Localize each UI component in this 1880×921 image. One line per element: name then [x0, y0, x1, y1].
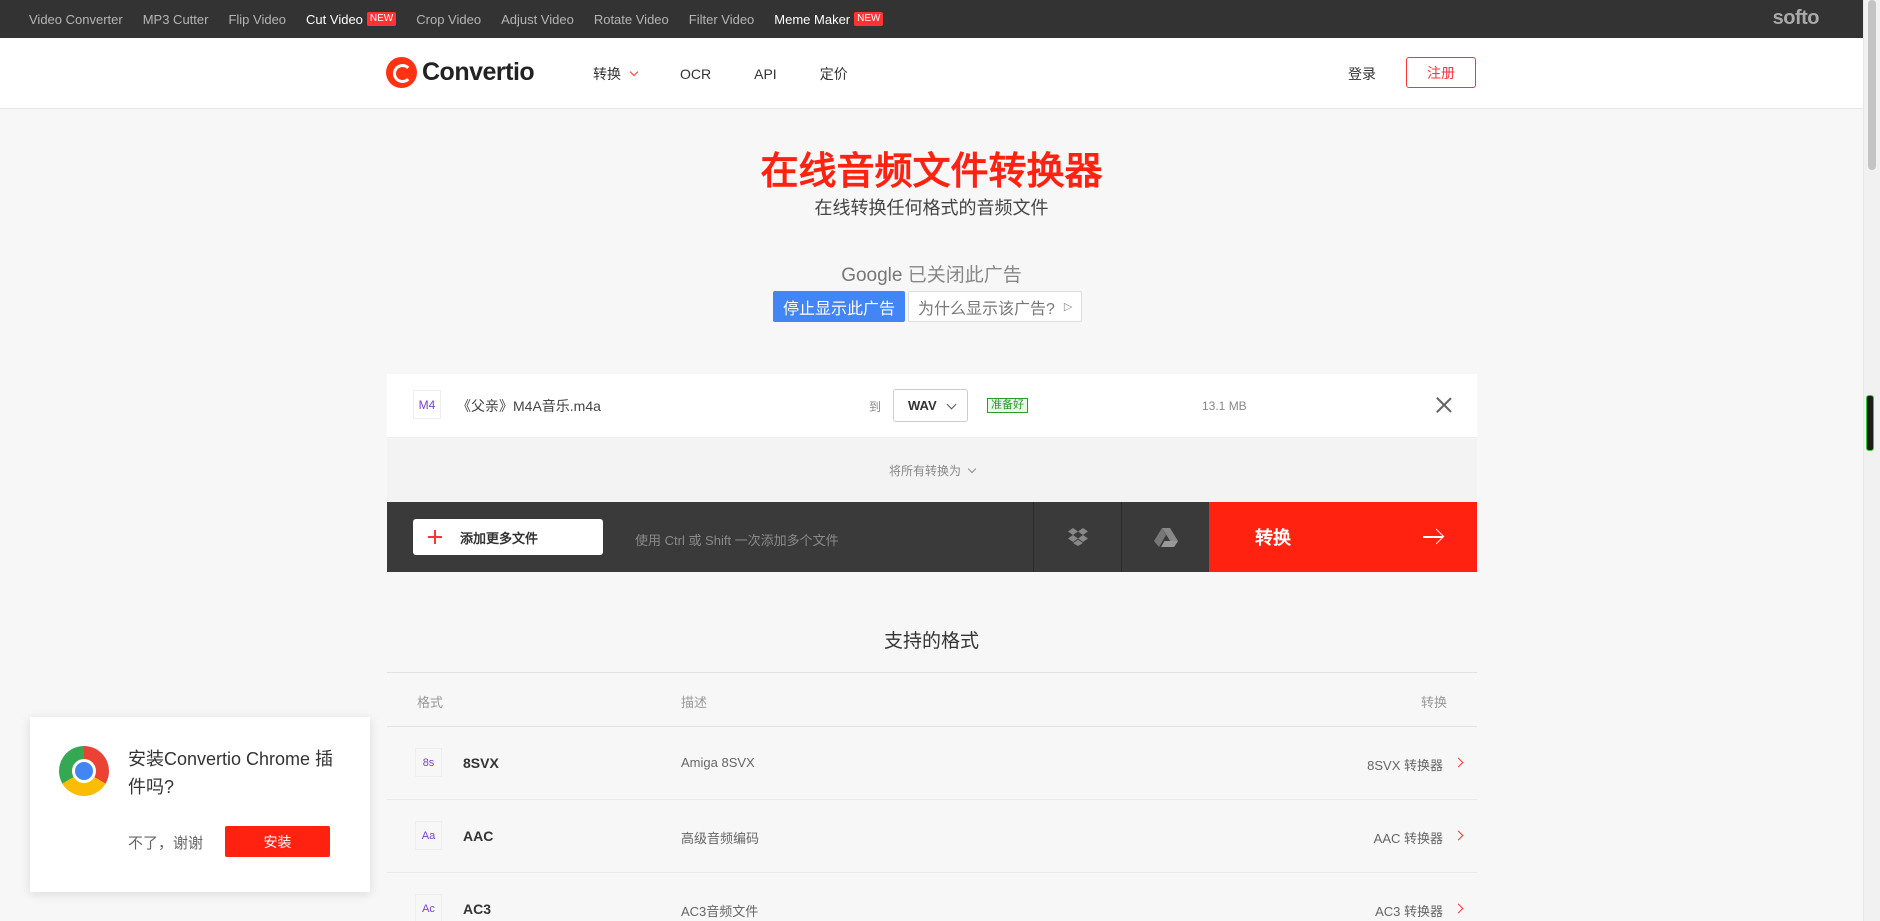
arrow-right-icon: [1423, 529, 1443, 545]
table-row: Ac AC3 AC3音频文件 AC3 转换器: [387, 873, 1477, 921]
format-icon: Ac: [415, 894, 442, 921]
page-title: 在线音频文件转换器: [760, 151, 1103, 193]
file-size: 13.1 MB: [1202, 399, 1247, 413]
table-row: 8s 8SVX Amiga 8SVX 8SVX 转换器: [387, 727, 1477, 800]
col-format: 格式: [417, 695, 444, 710]
converter-link[interactable]: 8SVX 转换器: [1367, 755, 1443, 774]
scroll-indicator: [1866, 395, 1874, 451]
format-description: Amiga 8SVX: [681, 755, 755, 770]
add-more-files-button[interactable]: 添加更多文件: [413, 519, 603, 555]
converter-link[interactable]: AAC 转换器: [1374, 828, 1443, 847]
chrome-icon: [59, 746, 109, 796]
logo-text: Convertio: [422, 58, 535, 86]
topbar-link-filter-video[interactable]: Filter Video: [689, 12, 755, 27]
page-subtitle: 在线转换任何格式的音频文件: [814, 198, 1049, 218]
convertio-logo[interactable]: Convertio: [386, 57, 535, 88]
dropbox-icon: [1067, 528, 1088, 546]
nav-api[interactable]: API: [754, 64, 777, 84]
status-badge: 准备好: [987, 398, 1028, 413]
top-tools-bar: Video Converter MP3 Cutter Flip Video Cu…: [0, 0, 1863, 38]
topbar-link-adjust-video[interactable]: Adjust Video: [501, 12, 574, 27]
nav-ocr[interactable]: OCR: [680, 64, 711, 84]
output-format-select[interactable]: WAV: [893, 389, 968, 422]
topbar-link-flip-video[interactable]: Flip Video: [228, 12, 286, 27]
dropbox-button[interactable]: [1033, 502, 1121, 572]
scrollbar-thumb[interactable]: [1868, 0, 1876, 170]
stop-ad-button[interactable]: 停止显示此广告: [773, 291, 906, 322]
chevron-right-icon: [1453, 903, 1464, 914]
google-drive-button[interactable]: [1121, 502, 1209, 572]
col-description: 描述: [681, 695, 708, 710]
chrome-extension-popup: 安装Convertio Chrome 插件吗? 不了，谢谢 安装: [30, 717, 370, 892]
col-convert: 转换: [1420, 695, 1447, 710]
chevron-right-icon: [1453, 830, 1464, 841]
chevron-down-icon: [946, 399, 957, 410]
format-icon: 8s: [415, 748, 442, 777]
topbar-link-cut-video[interactable]: Cut Video NEW: [306, 12, 397, 27]
file-type-icon: M4: [413, 390, 441, 419]
plus-icon: [428, 530, 442, 544]
softo-logo[interactable]: softo: [1773, 7, 1820, 30]
chevron-down-icon: [967, 464, 977, 473]
chevron-down-icon: [629, 67, 639, 77]
topbar-link-crop-video[interactable]: Crop Video: [416, 12, 481, 27]
google-drive-icon: [1153, 527, 1178, 547]
nav-convert[interactable]: 转换: [593, 64, 639, 84]
file-name: 《父亲》M4A音乐.m4a: [457, 398, 601, 414]
ad-closed-notice: Google 已关闭此广告: [841, 265, 1022, 286]
format-name: 8SVX: [463, 755, 499, 771]
formats-table: 格式 描述 转换 8s 8SVX Amiga 8SVX 8SVX 转换器 Aa …: [387, 672, 1477, 921]
convert-all-dropdown[interactable]: 将所有转换为: [387, 439, 1477, 502]
table-row: Aa AAC 高级音频编码 AAC 转换器: [387, 800, 1477, 873]
site-header: Convertio 转换 OCR API 定价 登录 注册: [0, 38, 1863, 109]
convert-button[interactable]: 转换: [1209, 502, 1477, 572]
formats-section-title: 支持的格式: [883, 631, 979, 652]
extension-prompt: 安装Convertio Chrome 插件吗?: [128, 749, 334, 797]
format-description: AC3音频文件: [681, 904, 759, 919]
main-nav: 转换 OCR API 定价: [593, 64, 891, 84]
new-badge: NEW: [366, 12, 397, 26]
converter-link[interactable]: AC3 转换器: [1375, 901, 1443, 920]
format-name: AAC: [463, 828, 494, 844]
login-link[interactable]: 登录: [1348, 64, 1376, 84]
format-description: 高级音频编码: [681, 831, 760, 846]
google-logo: Google: [841, 265, 903, 286]
remove-file-icon[interactable]: [1434, 395, 1454, 415]
topbar-link-mp3-cutter[interactable]: MP3 Cutter: [143, 12, 209, 27]
file-row: M4 《父亲》M4A音乐.m4a 到 WAV 准备好 13.1 MB: [387, 374, 1477, 438]
chevron-right-icon: [1453, 757, 1464, 768]
convertio-logo-icon: [386, 57, 417, 88]
format-name: AC3: [463, 901, 492, 917]
action-bar: 添加更多文件 使用 Ctrl 或 Shift 一次添加多个文件 转换: [387, 502, 1477, 572]
page-scrollbar[interactable]: [1863, 0, 1880, 921]
topbar-link-video-converter[interactable]: Video Converter: [29, 12, 123, 27]
to-label: 到: [869, 400, 882, 414]
new-badge: NEW: [854, 12, 884, 26]
topbar-link-rotate-video[interactable]: Rotate Video: [594, 12, 669, 27]
table-header: 格式 描述 转换: [387, 673, 1477, 727]
install-button[interactable]: 安装: [225, 826, 330, 857]
ad-buttons: 停止显示此广告 为什么显示该广告? ▷: [773, 291, 1083, 322]
signup-button[interactable]: 注册: [1406, 57, 1476, 88]
adchoices-icon: ▷: [1063, 301, 1073, 313]
decline-button[interactable]: 不了，谢谢: [128, 832, 203, 853]
nav-pricing[interactable]: 定价: [820, 64, 848, 84]
multi-select-hint: 使用 Ctrl 或 Shift 一次添加多个文件: [635, 533, 839, 548]
why-ad-button[interactable]: 为什么显示该广告? ▷: [908, 291, 1083, 322]
format-icon: Aa: [415, 821, 442, 850]
topbar-link-meme-maker[interactable]: Meme Maker NEW: [774, 12, 884, 27]
